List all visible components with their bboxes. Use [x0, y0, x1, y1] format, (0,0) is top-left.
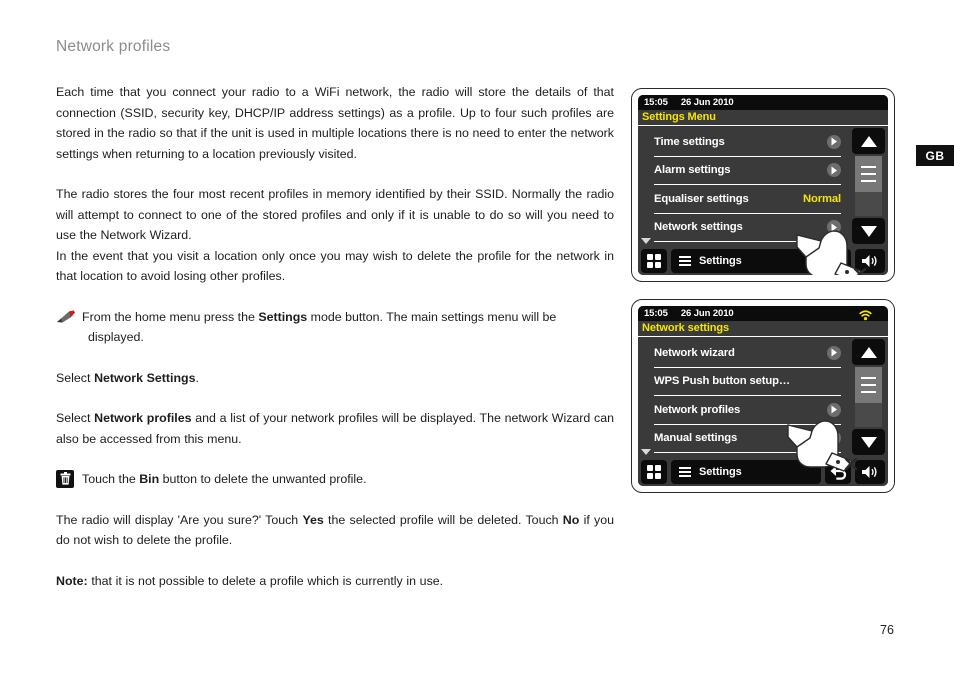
list-item-value: Normal	[802, 192, 841, 205]
status-time: 15:05	[644, 308, 668, 319]
list-item-network-profiles[interactable]: Network profiles	[654, 396, 841, 425]
list-item-manual-settings[interactable]: Manual settings	[654, 425, 841, 453]
paragraph-select-network-profiles: Select Network profiles and a list of yo…	[56, 411, 615, 446]
menu-title: Settings Menu	[642, 111, 716, 123]
paragraph-intro: Each time that you connect your radio to…	[56, 85, 614, 161]
stylus-pen-icon	[56, 310, 76, 324]
list-item-equaliser-settings[interactable]: Equaliser settings Normal	[654, 185, 841, 214]
thumb-grip-line	[861, 384, 876, 386]
manual-page: Network profiles Each time that you conn…	[0, 0, 954, 673]
menu-list: Network wizard WPS Push button setup… Ne…	[638, 339, 888, 457]
wifi-signal-icon	[859, 308, 872, 326]
device-screenshot-network-settings: 15:05 26 Jun 2010 Network settings Netwo…	[631, 299, 895, 493]
device-screen: 15:05 26 Jun 2010 Network settings Netwo…	[638, 306, 888, 486]
thumb-grip-line	[861, 391, 876, 393]
list-item-wps-push-button-setup[interactable]: WPS Push button setup…	[654, 368, 841, 396]
chevron-right-icon	[827, 431, 841, 446]
thumb-grip-line	[861, 166, 876, 168]
step-text-line-2: displayed.	[88, 330, 144, 344]
chevron-right-icon	[827, 134, 841, 149]
menu-title-bar: Network settings	[638, 321, 888, 337]
list-item-label: Network profiles	[654, 403, 741, 416]
page-title: Network profiles	[56, 38, 171, 55]
volume-button[interactable]	[855, 460, 885, 484]
menu-title-bar: Settings Menu	[638, 110, 888, 126]
hamburger-icon	[679, 256, 691, 266]
page-content: Network profiles Each time that you conn…	[56, 38, 614, 611]
triangle-down-icon	[860, 225, 877, 237]
scroll-column	[852, 128, 885, 244]
scroll-up-button[interactable]	[852, 339, 885, 365]
step-bin-button: Touch the Bin button to delete the unwan…	[56, 469, 614, 490]
bin-step-text: Touch the Bin button to delete the unwan…	[82, 472, 367, 486]
scrollbar-track[interactable]	[855, 156, 882, 216]
back-button[interactable]	[825, 460, 851, 484]
mode-settings-button[interactable]: Settings	[671, 249, 851, 273]
chevron-right-icon	[827, 163, 841, 178]
chevron-right-icon	[827, 345, 841, 360]
paragraph-select-network-settings: Select Network Settings.	[56, 370, 199, 385]
language-badge: GB	[916, 145, 954, 166]
status-bar: 15:05 26 Jun 2010	[638, 95, 888, 110]
device-screen: 15:05 26 Jun 2010 Settings Menu Time set…	[638, 95, 888, 275]
scroll-down-button[interactable]	[852, 429, 885, 455]
scrollbar-thumb[interactable]	[855, 156, 882, 192]
bottom-toolbar: Settings	[638, 247, 888, 275]
device-screenshot-settings-menu: 15:05 26 Jun 2010 Settings Menu Time set…	[631, 88, 895, 282]
chevron-right-icon	[827, 402, 841, 417]
status-bar: 15:05 26 Jun 2010	[638, 306, 888, 321]
triangle-up-icon	[860, 135, 877, 147]
paragraph-confirm-delete: The radio will display 'Are you sure?' T…	[56, 512, 614, 548]
scrollbar-track[interactable]	[855, 367, 882, 427]
step-text-line-1: From the home menu press the Settings mo…	[82, 309, 557, 324]
speaker-icon	[862, 466, 877, 478]
scroll-column	[852, 339, 885, 455]
list-item-alarm-settings[interactable]: Alarm settings	[654, 157, 841, 185]
bin-icon	[56, 470, 74, 488]
mode-settings-button[interactable]: Settings	[671, 460, 821, 484]
list-item-network-settings[interactable]: Network settings	[654, 214, 841, 242]
paragraph-delete-profile: In the event that you visit a location o…	[56, 248, 614, 284]
menu-list: Time settings Alarm settings Equaliser s…	[638, 128, 888, 246]
home-grid-button[interactable]	[641, 460, 667, 484]
paragraph-profiles-memory: The radio stores the four most recent pr…	[56, 187, 614, 242]
paragraph-note: Note: that it is not possible to delete …	[56, 573, 444, 588]
back-arrow-icon	[830, 465, 846, 480]
hamburger-icon	[679, 467, 691, 477]
grid-menu-icon	[647, 254, 661, 268]
menu-title: Network settings	[642, 322, 730, 334]
list-item-label: Manual settings	[654, 432, 738, 445]
page-number: 76	[880, 623, 894, 637]
mode-button-label: Settings	[699, 255, 742, 267]
list-item-label: Alarm settings	[654, 164, 731, 177]
list-item-label: WPS Push button setup…	[654, 375, 791, 388]
scrollbar-thumb[interactable]	[855, 367, 882, 403]
status-time: 15:05	[644, 97, 668, 108]
home-grid-button[interactable]	[641, 249, 667, 273]
scroll-more-indicator-icon	[641, 238, 651, 244]
list-item-label: Network settings	[654, 221, 743, 234]
triangle-up-icon	[860, 346, 877, 358]
scroll-more-indicator-icon	[641, 449, 651, 455]
list-item-label: Time settings	[654, 135, 725, 148]
status-date: 26 Jun 2010	[680, 97, 734, 108]
mode-button-label: Settings	[699, 466, 742, 478]
grid-menu-icon	[647, 465, 661, 479]
scroll-up-button[interactable]	[852, 128, 885, 154]
step-settings-button: From the home menu press the Settings mo…	[56, 307, 614, 348]
bottom-toolbar: Settings	[638, 458, 888, 486]
thumb-grip-line	[861, 173, 876, 175]
triangle-down-icon	[860, 436, 877, 448]
scroll-down-button[interactable]	[852, 218, 885, 244]
list-item-network-wizard[interactable]: Network wizard	[654, 339, 841, 368]
status-date: 26 Jun 2010	[680, 308, 734, 319]
list-item-label: Equaliser settings	[654, 192, 749, 205]
list-item-label: Network wizard	[654, 346, 735, 359]
thumb-grip-line	[861, 180, 876, 182]
volume-button[interactable]	[855, 249, 885, 273]
list-item-time-settings[interactable]: Time settings	[654, 128, 841, 157]
speaker-icon	[862, 255, 877, 267]
chevron-right-icon	[827, 220, 841, 235]
thumb-grip-line	[861, 377, 876, 379]
